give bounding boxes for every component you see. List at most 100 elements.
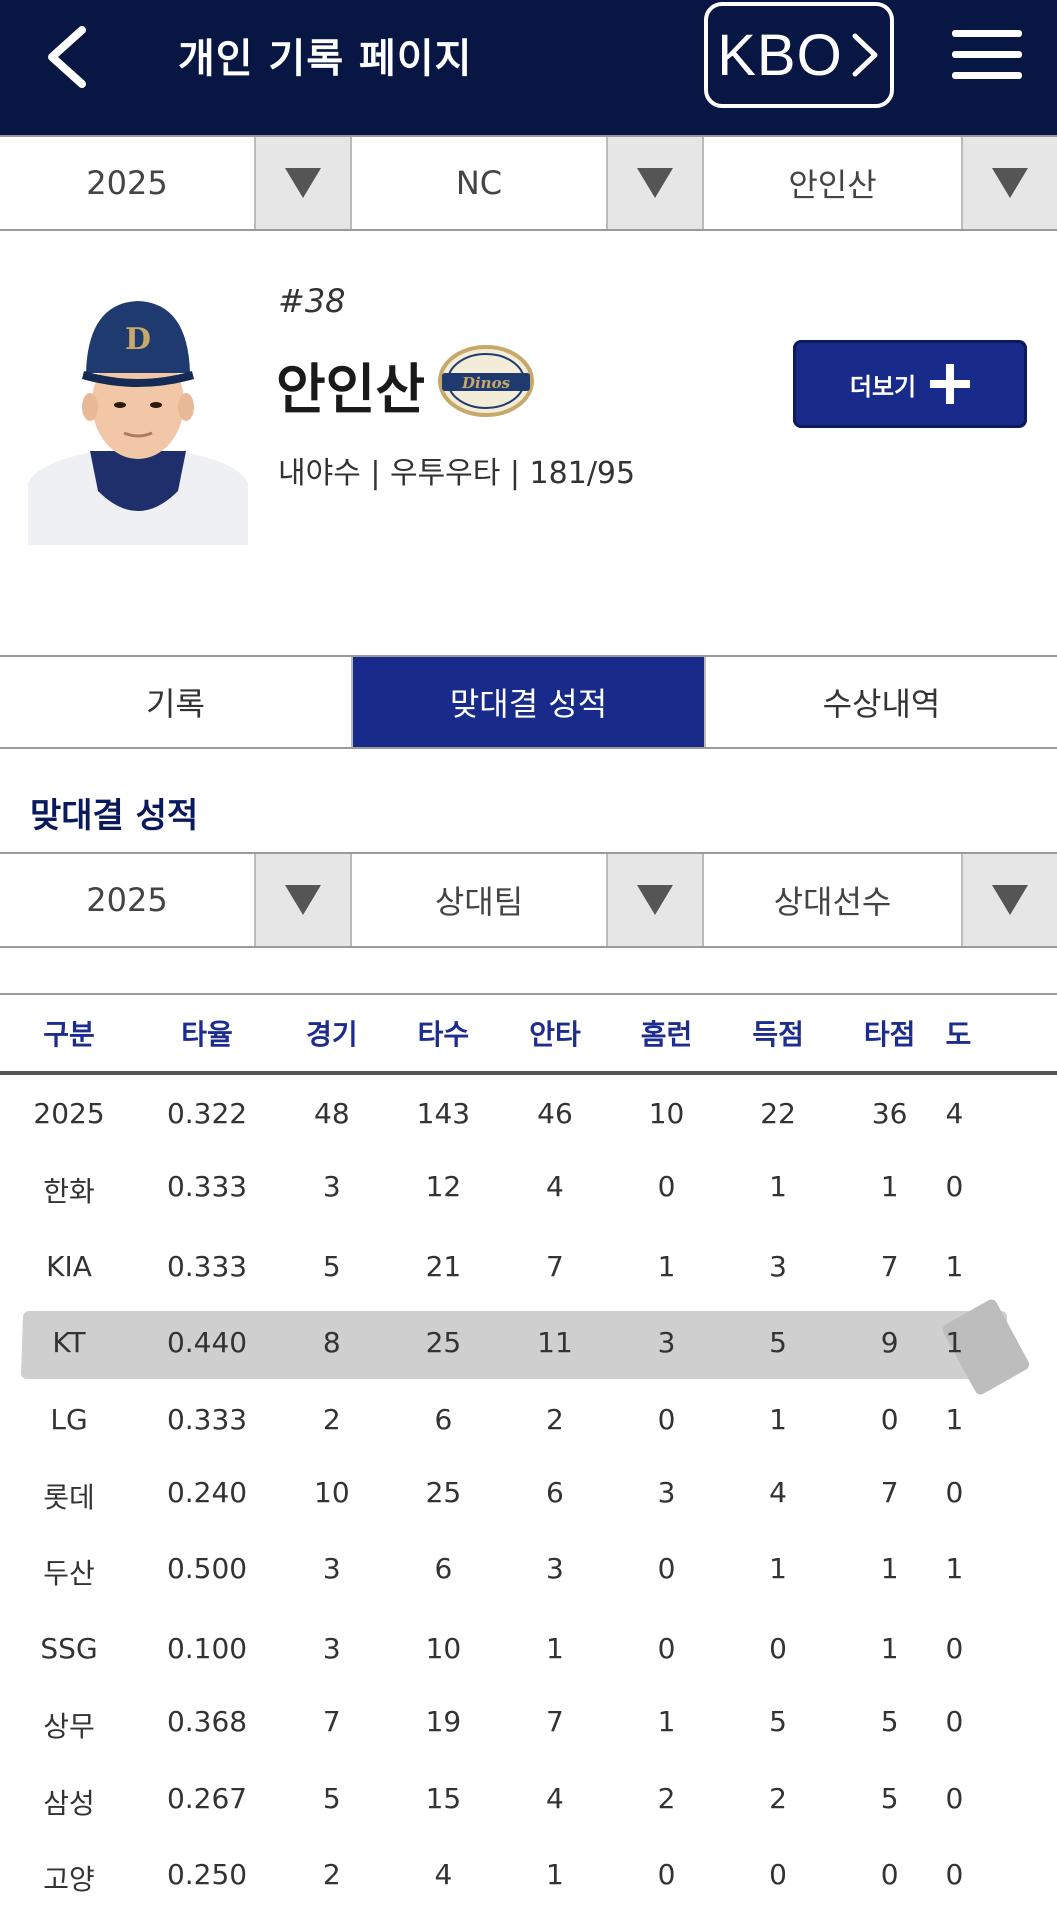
table-row: KIA 0.333 5 21 7 1 3 7 1 <box>0 1228 1057 1305</box>
table-cell: 0 <box>769 1858 787 1892</box>
back-button[interactable] <box>40 22 100 92</box>
column-header[interactable]: 안타 <box>499 1013 611 1053</box>
dropdown-arrow-icon[interactable] <box>254 137 350 229</box>
column-header[interactable]: 구분 <box>0 1013 138 1053</box>
hamburger-menu-icon[interactable] <box>952 30 1022 80</box>
tab-matchup[interactable]: 맞대결 성적 <box>353 657 706 747</box>
table-cell: 0 <box>657 1858 676 1892</box>
column-header[interactable]: 도 <box>945 1013 1057 1053</box>
table-cell: 4 <box>945 1096 964 1130</box>
table-cell: 0 <box>657 1632 676 1666</box>
matchup-stats-table: 구분 타율 경기 타수 안타 홈런 득점 타점 도 2025 0.322 48 143… <box>0 993 1057 1917</box>
table-row: 한화 0.333 3 12 4 0 1 1 0 <box>0 1152 1057 1229</box>
player-details: 내야수 | 우투우타 | 181/95 <box>278 456 636 491</box>
table-cell: 0.240 <box>166 1475 248 1509</box>
column-header[interactable]: 홈런 <box>611 1013 723 1053</box>
team-select[interactable]: NC <box>352 137 704 229</box>
row-label: 롯데 <box>43 1480 95 1514</box>
column-header[interactable]: 타수 <box>388 1013 500 1053</box>
year-select-value: 2025 <box>86 164 168 202</box>
table-cell: 0 <box>769 1632 787 1666</box>
table-cell: 10 <box>314 1475 350 1509</box>
row-label: 2025 <box>33 1096 105 1130</box>
table-cell: 0.322 <box>166 1096 248 1130</box>
table-cell: 0 <box>945 1632 964 1666</box>
table-cell: 15 <box>425 1781 462 1815</box>
table-cell: 4 <box>546 1169 564 1203</box>
player-select[interactable]: 안인산 <box>704 137 1057 229</box>
table-cell: 0.500 <box>166 1552 248 1586</box>
table-cell: 1 <box>880 1169 899 1203</box>
table-cell: 36 <box>871 1096 908 1130</box>
table-cell: 0.368 <box>166 1705 248 1739</box>
table-cell: 6 <box>434 1402 453 1436</box>
table-cell: 46 <box>537 1096 573 1130</box>
table-cell: 6 <box>434 1552 453 1586</box>
table-cell: 1 <box>657 1705 676 1739</box>
table-cell: 0 <box>945 1475 964 1509</box>
table-cell: 0 <box>657 1402 676 1436</box>
more-button[interactable]: 더보기 <box>793 340 1027 428</box>
table-cell: 0 <box>945 1705 964 1739</box>
table-row: 2025 0.322 48 143 46 10 22 36 4 <box>0 1075 1057 1152</box>
table-row: SSG 0.100 3 10 1 0 0 1 0 <box>0 1611 1057 1688</box>
team-logo: Dinos <box>438 345 534 417</box>
table-row: LG 0.333 2 6 2 0 1 0 1 <box>0 1381 1057 1458</box>
table-cell: 3 <box>546 1552 564 1586</box>
player-selector-bar: 2025 NC 안인산 <box>0 135 1057 231</box>
table-cell: 7 <box>322 1705 341 1739</box>
column-header[interactable]: 타점 <box>834 1013 946 1053</box>
table-cell: 4 <box>434 1858 453 1892</box>
matchup-year-value: 2025 <box>86 881 168 919</box>
table-cell: 7 <box>546 1249 564 1283</box>
chevron-left-icon <box>48 26 86 88</box>
table-cell: 3 <box>322 1632 341 1666</box>
dropdown-arrow-icon[interactable] <box>606 854 702 946</box>
kbo-button[interactable]: KBO <box>704 2 894 108</box>
table-cell: 1 <box>769 1552 787 1586</box>
table-cell: 1 <box>769 1402 787 1436</box>
table-cell: 0 <box>945 1781 964 1815</box>
row-label: 상무 <box>43 1710 95 1744</box>
table-row: 상무 0.368 7 19 7 1 5 5 0 <box>0 1687 1057 1764</box>
table-cell: 1 <box>880 1632 899 1666</box>
table-cell: 3 <box>769 1249 787 1283</box>
opponent-team-select[interactable]: 상대팀 <box>352 854 704 946</box>
column-header[interactable]: 타율 <box>138 1013 276 1053</box>
table-cell: 5 <box>769 1326 787 1360</box>
tab-records[interactable]: 기록 <box>0 657 353 747</box>
row-label: KIA <box>46 1249 92 1283</box>
table-cell: 3 <box>657 1326 676 1360</box>
table-cell: 2 <box>657 1781 676 1815</box>
table-cell: 1 <box>945 1326 964 1360</box>
table-cell: 4 <box>546 1781 564 1815</box>
player-photo: D <box>28 283 248 545</box>
table-cell: 2 <box>546 1402 564 1436</box>
tab-awards[interactable]: 수상내역 <box>706 657 1057 747</box>
year-select[interactable]: 2025 <box>0 137 352 229</box>
dropdown-arrow-icon[interactable] <box>961 137 1057 229</box>
svg-text:Dinos: Dinos <box>461 374 511 392</box>
opponent-team-value: 상대팀 <box>434 883 524 921</box>
tab-bar: 기록 맞대결 성적 수상내역 <box>0 655 1057 749</box>
dropdown-arrow-icon[interactable] <box>254 854 350 946</box>
column-header[interactable]: 득점 <box>722 1013 834 1053</box>
table-cell: 0.333 <box>166 1169 248 1203</box>
table-cell: 12 <box>425 1169 462 1203</box>
matchup-year-select[interactable]: 2025 <box>0 854 352 946</box>
table-cell: 48 <box>314 1096 350 1130</box>
table-cell: 0.250 <box>166 1858 248 1892</box>
table-cell: 0 <box>657 1552 676 1586</box>
dropdown-arrow-icon[interactable] <box>961 854 1057 946</box>
table-row: 롯데 0.240 10 25 6 3 4 7 0 <box>0 1458 1057 1535</box>
table-cell: 9 <box>880 1326 899 1360</box>
row-label: 삼성 <box>43 1786 95 1820</box>
table-row: 두산 0.500 3 6 3 0 1 1 1 <box>0 1534 1057 1611</box>
table-cell: 2 <box>322 1402 341 1436</box>
table-cell: 21 <box>425 1249 462 1283</box>
page-title: 개인 기록 페이지 <box>178 36 473 82</box>
opponent-player-select[interactable]: 상대선수 <box>704 854 1057 946</box>
column-header[interactable]: 경기 <box>276 1013 388 1053</box>
dropdown-arrow-icon[interactable] <box>606 137 702 229</box>
table-cell: 3 <box>322 1552 341 1586</box>
